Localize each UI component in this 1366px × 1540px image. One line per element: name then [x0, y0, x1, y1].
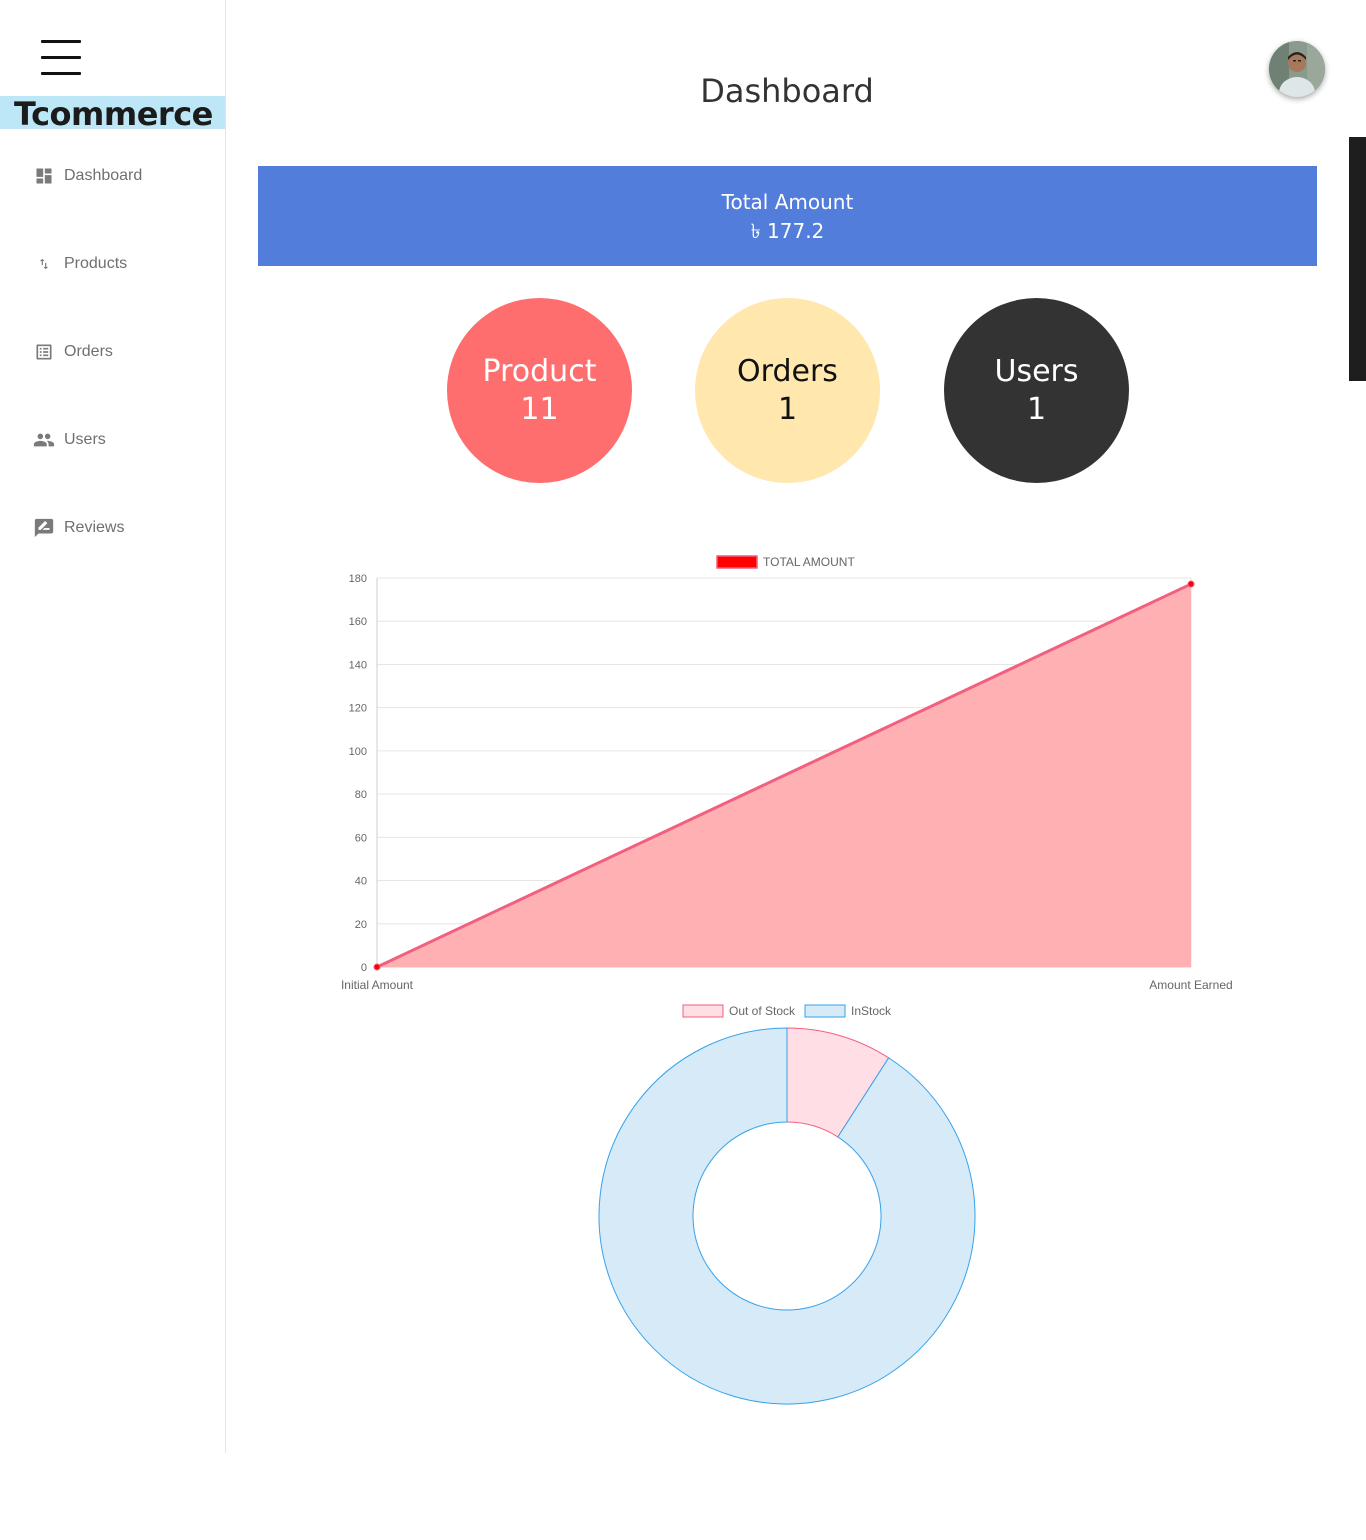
legend-swatch: [716, 555, 758, 569]
people-icon: [32, 428, 56, 452]
legend-label: Out of Stock: [729, 1004, 796, 1018]
card-value: 1: [777, 392, 798, 427]
page-title: Dashboard: [700, 72, 874, 110]
user-avatar[interactable]: [1269, 41, 1325, 97]
sidebar-item-reviews[interactable]: Reviews: [32, 516, 124, 540]
data-point: [1187, 580, 1195, 588]
pie-slice: [598, 1027, 976, 1405]
y-tick-label: 180: [349, 573, 367, 585]
x-tick-label: Initial Amount: [341, 978, 414, 992]
sidebar-item-dashboard[interactable]: Dashboard: [32, 164, 142, 188]
y-tick-label: 60: [355, 832, 367, 844]
card-label: Product: [482, 354, 597, 389]
product-count-card[interactable]: Product 11: [447, 298, 632, 483]
y-tick-label: 140: [349, 659, 367, 671]
card-value: 11: [520, 392, 559, 427]
users-count-card[interactable]: Users 1: [944, 298, 1129, 483]
legend-swatch: [682, 1004, 724, 1018]
total-amount-label: Total Amount: [721, 190, 854, 214]
x-tick-label: Amount Earned: [1149, 978, 1232, 992]
y-tick-label: 80: [355, 789, 367, 801]
list-alt-icon: [32, 340, 56, 364]
stock-donut-chart: Out of Stock InStock: [598, 1004, 976, 1405]
sidebar-item-orders[interactable]: Orders: [32, 340, 113, 364]
chart-legend: Out of Stock InStock: [682, 1004, 892, 1018]
y-tick-label: 0: [361, 962, 367, 974]
rate-review-icon: [32, 516, 56, 540]
legend-label: InStock: [851, 1004, 892, 1018]
menu-icon[interactable]: [41, 40, 81, 76]
y-tick-label: 20: [355, 919, 367, 931]
sidebar-item-label: Reviews: [64, 519, 125, 536]
sidebar-item-label: Orders: [64, 343, 113, 360]
dashboard-icon: [32, 164, 56, 188]
scrollbar-thumb[interactable]: [1349, 137, 1366, 381]
y-tick-label: 40: [355, 876, 367, 888]
sidebar-item-products[interactable]: Products: [32, 252, 127, 276]
card-label: Orders: [737, 354, 838, 389]
sidebar-item-users[interactable]: Users: [32, 428, 106, 452]
orders-count-card[interactable]: Orders 1: [695, 298, 880, 483]
total-amount-banner: Total Amount ৳ 177.2: [258, 166, 1317, 266]
y-tick-label: 100: [349, 746, 367, 758]
chart-legend: TOTAL AMOUNT: [716, 555, 855, 569]
sidebar-item-label: Dashboard: [64, 167, 143, 184]
y-tick-label: 160: [349, 616, 367, 628]
data-point: [373, 963, 381, 971]
sidebar-item-label: Users: [64, 431, 106, 448]
brand-logo[interactable]: Tcommerce: [0, 95, 225, 133]
total-amount-value: ৳ 177.2: [750, 219, 825, 243]
card-value: 1: [1026, 392, 1047, 427]
legend-swatch: [804, 1004, 846, 1018]
card-label: Users: [994, 354, 1079, 389]
sidebar-item-label: Products: [64, 255, 128, 272]
y-tick-label: 120: [349, 703, 367, 715]
brand-name: Tcommerce: [14, 95, 213, 133]
legend-label: TOTAL AMOUNT: [763, 555, 855, 569]
import-export-icon: [32, 252, 56, 276]
